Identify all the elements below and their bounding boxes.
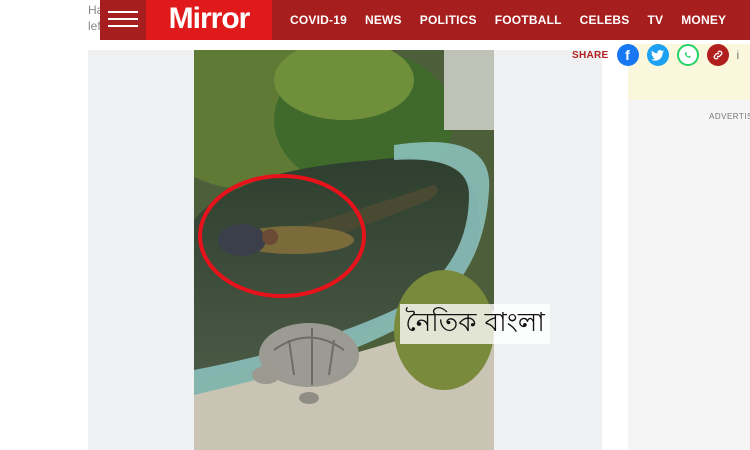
nav-item-tv[interactable]: TV: [648, 13, 664, 27]
twitter-icon[interactable]: [646, 44, 669, 66]
share-bar: SHARE f i: [572, 42, 739, 68]
link-icon[interactable]: [706, 44, 729, 66]
sidebar-panel: [628, 100, 750, 450]
advertisement-label: ADVERTIS: [709, 112, 750, 121]
logo-container[interactable]: Mirror: [146, 0, 272, 40]
site-logo[interactable]: Mirror: [146, 0, 272, 38]
whatsapp-icon[interactable]: [676, 44, 699, 66]
menu-icon[interactable]: [108, 11, 138, 29]
site-header: Mirror COVID-19 NEWS POLITICS FOOTBALL C…: [100, 0, 750, 40]
main-nav: COVID-19 NEWS POLITICS FOOTBALL CELEBS T…: [290, 0, 744, 40]
nav-item-news[interactable]: NEWS: [365, 13, 402, 27]
nav-item-covid[interactable]: COVID-19: [290, 13, 347, 27]
facebook-icon[interactable]: f: [616, 44, 639, 66]
more-share-indicator[interactable]: i: [737, 48, 740, 62]
nav-item-politics[interactable]: POLITICS: [420, 13, 477, 27]
nav-item-celebs[interactable]: CELEBS: [580, 13, 630, 27]
crocodile-scene-illustration: [194, 50, 494, 450]
nav-item-money[interactable]: MONEY: [681, 13, 726, 27]
article-video-image[interactable]: [194, 50, 494, 450]
watermark-logo: নৈতিক বাংলা: [400, 304, 550, 344]
nav-item-football[interactable]: FOOTBALL: [495, 13, 562, 27]
share-label: SHARE: [572, 49, 609, 61]
